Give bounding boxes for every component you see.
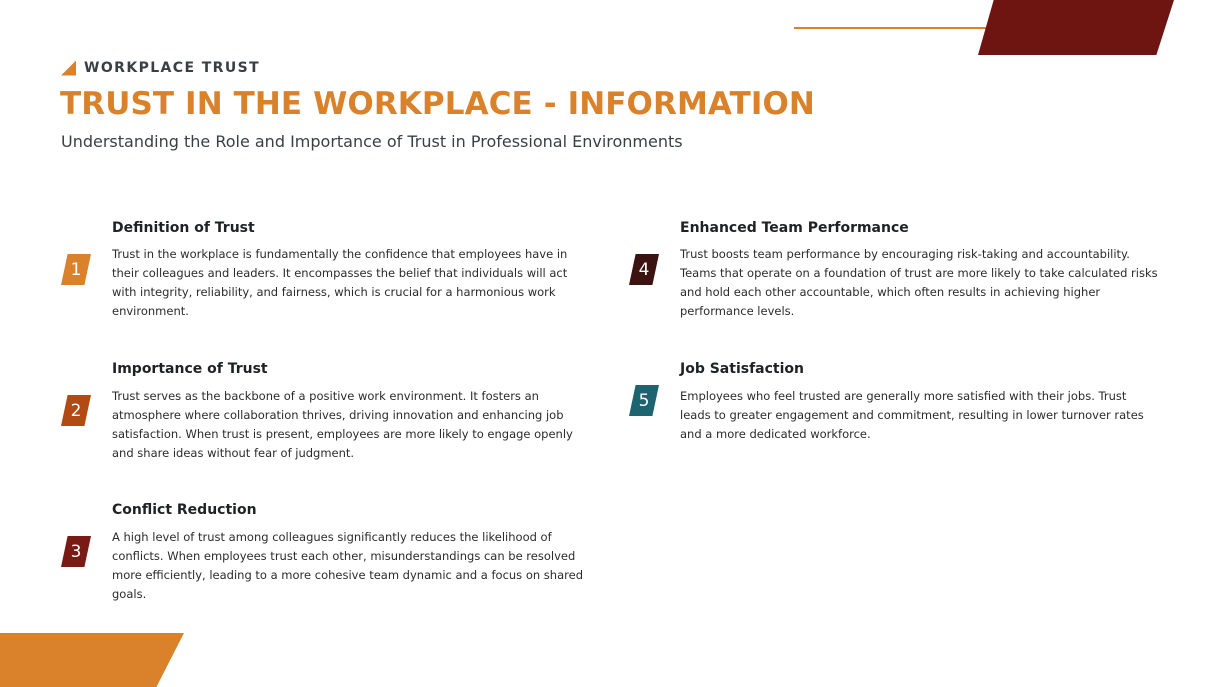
item-body: Trust boosts team performance by encoura…: [680, 247, 1158, 318]
triangle-icon: [61, 60, 76, 76]
number-badge: 4: [629, 254, 659, 285]
decorative-parallelogram-top: [978, 0, 1174, 55]
number-badge: 5: [629, 385, 659, 416]
item-body: Employees who feel trusted are generally…: [680, 389, 1144, 441]
item-body: A high level of trust among colleagues s…: [112, 530, 583, 601]
item-body: Trust serves as the backbone of a positi…: [112, 389, 573, 460]
item-heading: Definition of Trust: [112, 220, 255, 236]
number-badge: 2: [61, 395, 91, 426]
number-badge: 1: [61, 254, 91, 285]
page-subtitle: Understanding the Role and Importance of…: [61, 132, 683, 151]
item-heading: Enhanced Team Performance: [680, 220, 909, 236]
item-heading: Conflict Reduction: [112, 502, 257, 518]
page-title: TRUST IN THE WORKPLACE - INFORMATION: [60, 86, 815, 122]
eyebrow-label: WORKPLACE TRUST: [84, 60, 261, 76]
item-heading: Importance of Trust: [112, 361, 268, 377]
eyebrow: WORKPLACE TRUST: [61, 59, 260, 77]
item-heading: Job Satisfaction: [680, 361, 804, 377]
item-body: Trust in the workplace is fundamentally …: [112, 247, 568, 318]
decorative-parallelogram-bottom: [0, 633, 184, 687]
number-badge: 3: [61, 536, 91, 567]
